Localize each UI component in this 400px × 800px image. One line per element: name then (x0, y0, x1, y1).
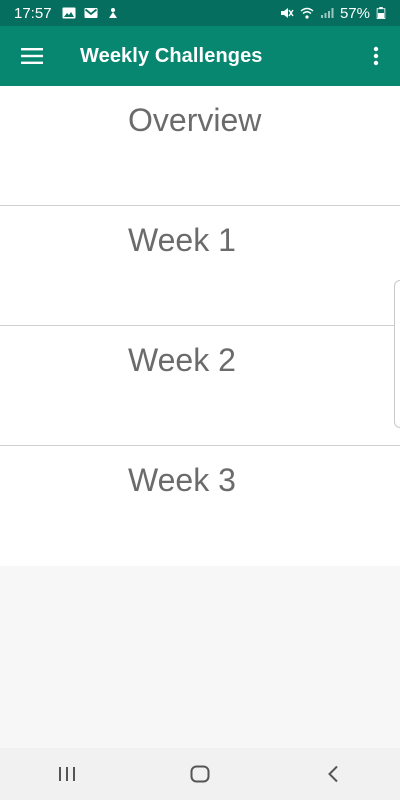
signal-icon (320, 8, 334, 18)
more-vert-icon[interactable] (352, 26, 400, 86)
list-item-label: Week 3 (128, 462, 236, 498)
home-icon[interactable] (160, 748, 240, 800)
wifi-icon (300, 7, 314, 19)
gmail-icon (84, 8, 98, 18)
battery-percent: 57% (339, 4, 370, 22)
hamburger-menu-icon[interactable] (0, 26, 64, 86)
list-item-week-3[interactable]: Week 3 (0, 446, 400, 566)
image-icon (62, 7, 76, 19)
list-item-week-2[interactable]: Week 2 (0, 326, 400, 446)
challenge-list: Overview Week 1 Week 2 Week 3 (0, 86, 400, 566)
status-bar: 17:57 57% (0, 0, 400, 26)
app-bar: Weekly Challenges (0, 26, 400, 86)
recents-icon[interactable] (27, 748, 107, 800)
notification-icon (108, 8, 117, 18)
edge-panel-handle[interactable] (394, 280, 400, 428)
status-time: 17:57 (14, 4, 52, 22)
back-icon[interactable] (293, 748, 373, 800)
list-item-overview[interactable]: Overview (0, 86, 400, 206)
list-item-label: Overview (128, 102, 262, 138)
list-item-label: Week 2 (128, 342, 236, 378)
status-right: 57% (280, 5, 386, 22)
battery-icon (376, 7, 386, 19)
app-title: Weekly Challenges (80, 44, 263, 67)
list-item-week-1[interactable]: Week 1 (0, 206, 400, 326)
navigation-bar (0, 748, 400, 800)
mute-icon (280, 8, 294, 18)
list-item-label: Week 1 (128, 222, 236, 258)
status-left: 17:57 (14, 5, 120, 22)
